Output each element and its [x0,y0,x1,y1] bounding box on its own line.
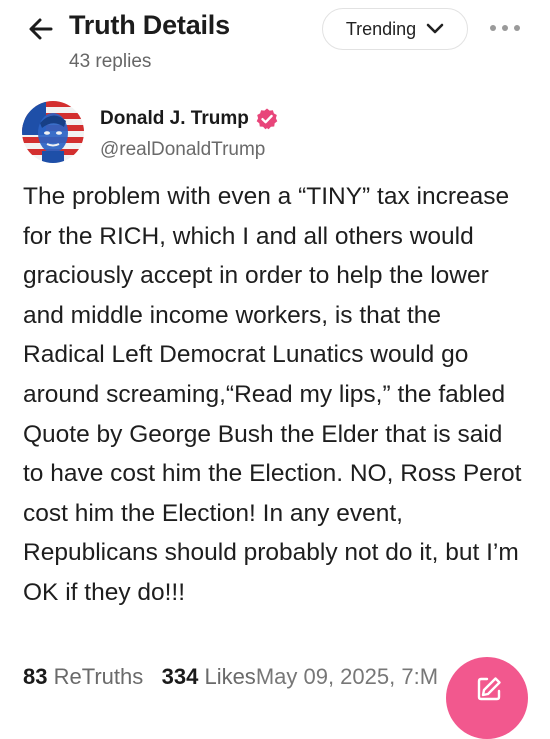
post-text: The problem with even a “TINY” tax incre… [23,183,522,606]
author-name-row: Donald J. Trump [100,107,279,131]
retruths-label: ReTruths [53,664,144,689]
more-options-button[interactable] [488,18,522,38]
sort-dropdown-label: Trending [345,18,417,39]
arrow-left-icon [29,18,53,40]
post-date: May 09, 2025, 7: [255,664,420,689]
retruths-stat[interactable]: 83 ReTruths [23,664,143,690]
page-title: Truth Details [69,10,230,40]
header: Truth Details 43 replies Trending [0,0,550,90]
sort-dropdown[interactable]: Trending [322,8,468,50]
likes-label: Likes [204,664,256,689]
chevron-down-icon [426,23,444,34]
post-author: Donald J. Trump @realDonaldTrump [22,101,532,165]
post-date-tail: M [419,664,439,689]
verified-badge-icon [256,108,278,130]
edit-pencil-icon [477,677,501,701]
reply-count: 43 replies [69,51,152,72]
avatar[interactable] [22,101,84,163]
likes-stat[interactable]: 334 Likes [162,664,256,690]
author-name[interactable]: Donald J. Trump [100,108,249,130]
compose-button[interactable] [446,657,528,739]
back-button[interactable] [26,14,56,44]
more-horizontal-icon [490,25,520,31]
author-handle[interactable]: @realDonaldTrump [100,139,265,161]
likes-count: 334 [161,664,199,689]
retruths-count: 83 [23,664,48,689]
